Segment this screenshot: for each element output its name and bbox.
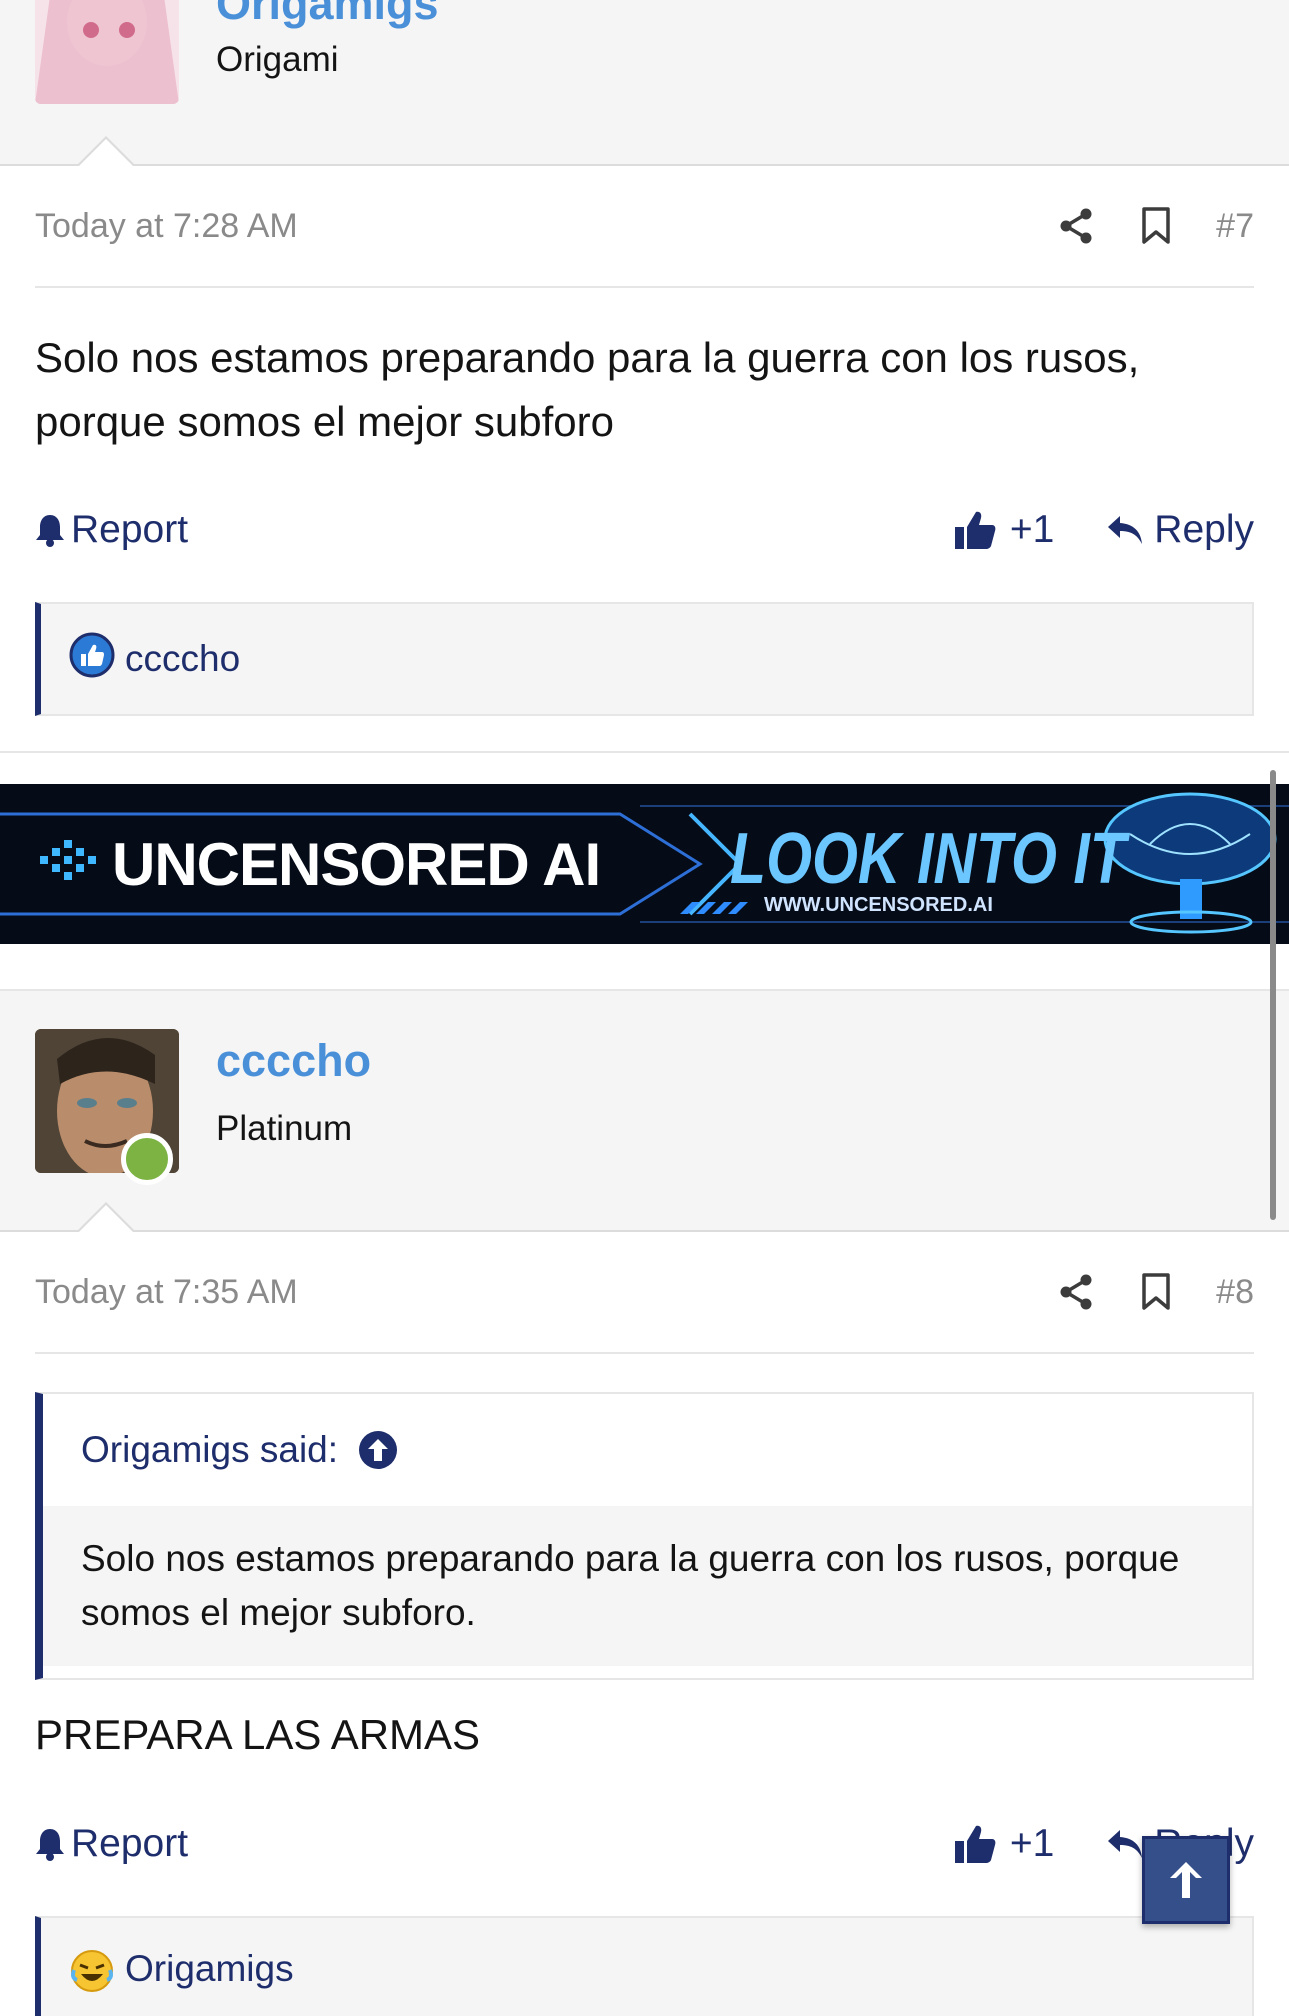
post7-user-block: Origamigs Origami: [0, 0, 1289, 167]
post8-actions: Report +1 Reply: [35, 1814, 1254, 1874]
like-reaction-icon: [69, 632, 115, 687]
post8-reactions-bar[interactable]: Origamigs: [35, 1916, 1254, 2016]
like-button[interactable]: +1: [954, 508, 1054, 552]
reactions-users[interactable]: Origamigs: [125, 1948, 294, 1990]
reply-icon: [1108, 1830, 1143, 1858]
post-separator: [0, 751, 1289, 753]
post8-meta: Today at 7:35 AM #8: [35, 1262, 1254, 1322]
quote-block: Origamigs said: Solo nos estamos prepara…: [35, 1392, 1254, 1680]
post7-meta: Today at 7:28 AM #7: [35, 196, 1254, 256]
like-label: +1: [1009, 1822, 1055, 1865]
anime-avatar-image: [35, 0, 179, 104]
post8-timestamp[interactable]: Today at 7:35 AM: [35, 1273, 1016, 1312]
laughing-reaction-icon: [69, 1948, 115, 2003]
bookmark-icon[interactable]: [1136, 1272, 1176, 1312]
arrow-up-icon: [1170, 1862, 1202, 1898]
ad-url-text: WWW.UNCENSORED.AI: [764, 894, 993, 916]
post7-meta-divider: [35, 286, 1254, 288]
report-button[interactable]: Report: [35, 1822, 954, 1866]
thumbs-up-icon: [954, 511, 996, 549]
post8-username[interactable]: ccccho: [216, 1035, 371, 1087]
arrow-up-circle-icon[interactable]: [358, 1430, 398, 1470]
reactions-users[interactable]: ccccho: [125, 638, 240, 680]
post8-meta-divider: [35, 1352, 1254, 1354]
reply-icon: [1108, 516, 1143, 544]
report-label: Report: [71, 508, 189, 551]
online-status-indicator: [121, 1133, 173, 1185]
post8-user-block: ccccho Platinum: [0, 989, 1289, 1233]
ad-banner[interactable]: UNCENSORED AI LOOK INTO IT WWW.UNCENSORE…: [0, 784, 1289, 944]
post7-username[interactable]: Origamigs: [216, 0, 439, 30]
share-icon[interactable]: [1056, 1272, 1096, 1312]
report-label: Report: [71, 1822, 189, 1865]
reply-label: Reply: [1154, 508, 1254, 551]
like-label: +1: [1009, 508, 1055, 551]
post7-user-title: Origami: [216, 40, 339, 79]
quote-author[interactable]: Origamigs said:: [81, 1429, 338, 1471]
avatar[interactable]: [35, 0, 179, 104]
bell-icon: [36, 1829, 64, 1861]
user-block-pointer: [76, 1202, 136, 1233]
ad-right-text: LOOK INTO IT: [730, 819, 1126, 899]
reply-button[interactable]: Reply: [1106, 508, 1254, 552]
like-button[interactable]: +1: [954, 1822, 1054, 1866]
post7-actions: Report +1 Reply: [35, 500, 1254, 560]
post7-number[interactable]: #7: [1216, 207, 1254, 246]
bookmark-icon[interactable]: [1136, 206, 1176, 246]
post7-reactions-bar[interactable]: ccccho: [35, 602, 1254, 716]
bell-icon: [36, 515, 64, 547]
quote-text: Solo nos estamos preparando para la guer…: [43, 1506, 1252, 1666]
quote-header[interactable]: Origamigs said:: [43, 1394, 1252, 1506]
share-icon[interactable]: [1056, 206, 1096, 246]
post8-user-title: Platinum: [216, 1109, 353, 1148]
scrollbar[interactable]: [1270, 770, 1276, 1220]
avatar[interactable]: [35, 1029, 179, 1185]
ad-left-text: UNCENSORED AI: [112, 831, 601, 898]
scroll-to-top-button[interactable]: [1142, 1836, 1230, 1924]
thumbs-up-icon: [954, 1825, 996, 1863]
user-block-pointer: [76, 136, 136, 167]
report-button[interactable]: Report: [35, 508, 954, 552]
post8-number[interactable]: #8: [1216, 1273, 1254, 1312]
post7-timestamp[interactable]: Today at 7:28 AM: [35, 207, 1016, 246]
post7-body: Solo nos estamos preparando para la guer…: [35, 334, 1140, 445]
post8-body: PREPARA LAS ARMAS: [35, 1711, 481, 1758]
